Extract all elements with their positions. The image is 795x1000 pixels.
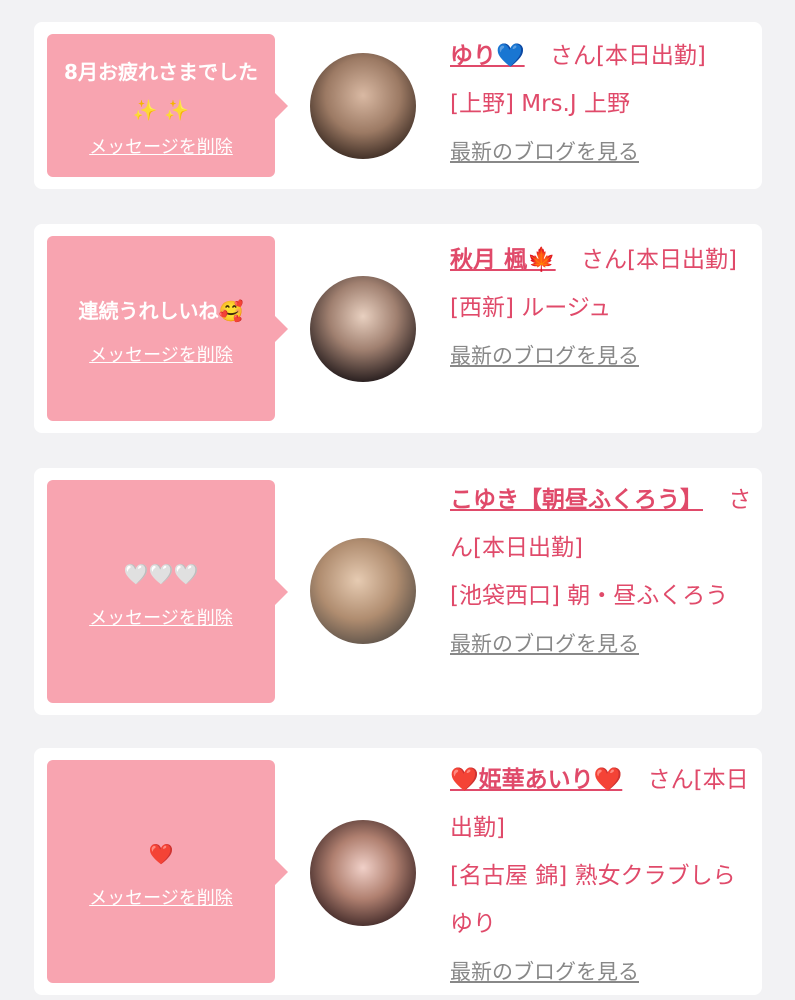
delete-message-link[interactable]: メッセージを削除 — [89, 884, 233, 910]
latest-blog-link[interactable]: 最新のブログを見る — [450, 620, 639, 668]
delete-message-link[interactable]: メッセージを削除 — [89, 604, 233, 630]
delete-message-link[interactable]: メッセージを削除 — [89, 341, 233, 367]
avatar[interactable] — [310, 538, 416, 644]
message-bubble: ❤️ メッセージを削除 — [47, 760, 288, 983]
shop-name: [池袋西口] 朝・昼ふくろう — [450, 583, 729, 609]
attendance-status: さん[本日出勤] — [549, 43, 706, 69]
shop-name: [名古屋 錦] 熟女クラブしらゆり — [450, 863, 736, 937]
latest-blog-link[interactable]: 最新のブログを見る — [450, 332, 639, 380]
shop-name: [西新] ルージュ — [450, 295, 612, 321]
message-card: 🤍🤍🤍 メッセージを削除 こゆき【朝昼ふくろう】 さん[本日出勤] [池袋西口]… — [34, 468, 762, 715]
message-text: 🤍🤍🤍 — [124, 554, 199, 594]
cast-name-link[interactable]: 秋月 楓🍁 — [450, 247, 556, 273]
avatar[interactable] — [310, 276, 416, 382]
cast-info: ❤️姫華あいり❤️ さん[本日出勤] [名古屋 錦] 熟女クラブしらゆり 最新の… — [450, 756, 754, 996]
message-card: ❤️ メッセージを削除 ❤️姫華あいり❤️ さん[本日出勤] [名古屋 錦] 熟… — [34, 748, 762, 995]
shop-name: [上野] Mrs.J 上野 — [450, 91, 630, 117]
white-hearts-emoji: 🤍🤍🤍 — [123, 561, 199, 586]
cast-info: ゆり💙 さん[本日出勤] [上野] Mrs.J 上野 最新のブログを見る — [450, 32, 754, 176]
cast-info: 秋月 楓🍁 さん[本日出勤] [西新] ルージュ 最新のブログを見る — [450, 236, 754, 380]
cast-info: こゆき【朝昼ふくろう】 さん[本日出勤] [池袋西口] 朝・昼ふくろう 最新のブ… — [450, 476, 754, 668]
avatar[interactable] — [310, 53, 416, 159]
smiling-hearts-emoji: 🥰 — [218, 298, 244, 323]
message-bubble: 8月お疲れさまでした✨ ✨ メッセージを削除 — [47, 34, 288, 177]
avatar[interactable] — [310, 820, 416, 926]
delete-message-link[interactable]: メッセージを削除 — [89, 133, 233, 159]
cast-name-link[interactable]: こゆき【朝昼ふくろう】 — [450, 487, 703, 513]
latest-blog-link[interactable]: 最新のブログを見る — [450, 948, 639, 996]
cast-name-link[interactable]: ゆり💙 — [450, 43, 525, 69]
sparkles-emoji: ✨ ✨ — [132, 97, 190, 122]
message-card: 8月お疲れさまでした✨ ✨ メッセージを削除 ゆり💙 さん[本日出勤] [上野]… — [34, 22, 762, 189]
red-heart-emoji: ❤️ — [148, 841, 174, 866]
cast-name-link[interactable]: ❤️姫華あいり❤️ — [450, 767, 622, 793]
message-text: ❤️ — [149, 834, 174, 874]
message-bubble: 連続うれしいね🥰 メッセージを削除 — [47, 236, 288, 421]
message-bubble: 🤍🤍🤍 メッセージを削除 — [47, 480, 288, 703]
message-text: 8月お疲れさまでした✨ ✨ — [64, 59, 258, 122]
message-text: 連続うれしいね🥰 — [78, 298, 244, 323]
latest-blog-link[interactable]: 最新のブログを見る — [450, 128, 639, 176]
attendance-status: さん[本日出勤] — [580, 247, 737, 273]
message-card: 連続うれしいね🥰 メッセージを削除 秋月 楓🍁 さん[本日出勤] [西新] ルー… — [34, 224, 762, 433]
